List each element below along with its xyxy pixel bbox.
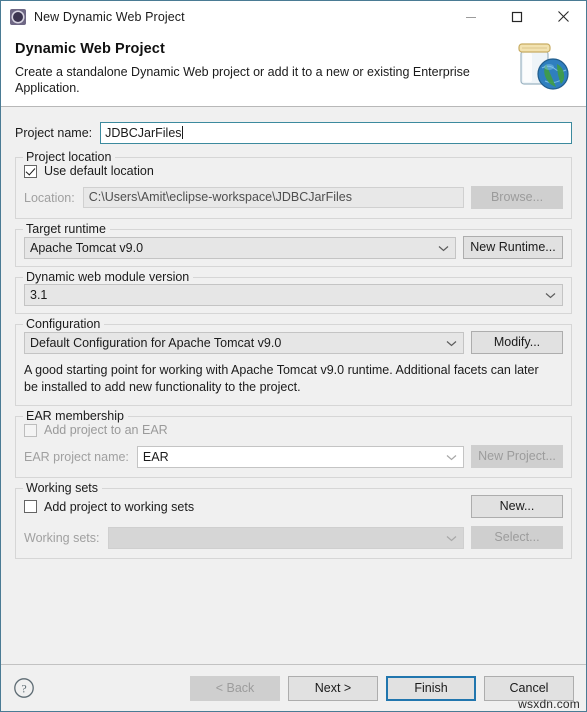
watermark: wsxdn.com	[518, 697, 580, 711]
next-button[interactable]: Next >	[288, 675, 378, 701]
configuration-value: Default Configuration for Apache Tomcat …	[30, 335, 282, 350]
module-version-row: 3.1	[24, 284, 563, 307]
project-name-value: JDBCJarFiles	[105, 126, 182, 141]
working-sets-combo	[107, 526, 464, 549]
ear-project-name-value: EAR	[142, 449, 169, 464]
svg-text:?: ?	[21, 682, 26, 696]
chevron-down-icon	[446, 333, 457, 353]
add-to-working-sets-label: Add project to working sets	[44, 499, 195, 514]
add-to-working-sets-checkbox[interactable]	[24, 500, 37, 513]
finish-button[interactable]: Finish	[386, 675, 476, 701]
project-name-input[interactable]: JDBCJarFiles	[100, 122, 572, 145]
module-version-group: Dynamic web module version 3.1	[15, 270, 572, 315]
target-runtime-value: Apache Tomcat v9.0	[30, 240, 144, 255]
working-sets-label: Working sets:	[24, 530, 100, 545]
title-bar: New Dynamic Web Project	[1, 1, 586, 32]
window-title: New Dynamic Web Project	[34, 9, 185, 24]
add-project-to-ear-row: Add project to an EAR	[24, 423, 563, 437]
location-row: Location: C:\Users\Amit\eclipse-workspac…	[24, 186, 563, 210]
maximize-icon[interactable]	[494, 1, 540, 32]
dialog-footer: ? < Back Next > Finish Cancel wsxdn.com	[1, 664, 586, 711]
project-location-group: Project location Use default location Lo…	[15, 150, 572, 220]
chevron-down-icon	[446, 528, 457, 548]
location-input: C:\Users\Amit\eclipse-workspace\JDBCJarF…	[82, 187, 464, 209]
target-runtime-row: Apache Tomcat v9.0 New Runtime...	[24, 236, 563, 260]
add-project-to-ear-checkbox	[24, 423, 37, 437]
minimize-icon[interactable]	[448, 1, 494, 32]
use-default-location-label: Use default location	[44, 164, 154, 179]
wizard-body: Project name: JDBCJarFiles Project locat…	[1, 107, 586, 664]
page-subtitle: Create a standalone Dynamic Web project …	[15, 65, 470, 95]
page-title: Dynamic Web Project	[15, 41, 165, 57]
target-runtime-combo[interactable]: Apache Tomcat v9.0	[24, 236, 456, 259]
back-button: < Back	[190, 675, 280, 701]
module-version-combo[interactable]: 3.1	[24, 284, 563, 307]
new-runtime-button[interactable]: New Runtime...	[463, 236, 563, 260]
chevron-down-icon	[446, 447, 457, 467]
new-ear-project-button: New Project...	[471, 445, 563, 468]
configuration-row: Default Configuration for Apache Tomcat …	[24, 331, 563, 355]
add-project-to-ear-label: Add project to an EAR	[44, 423, 168, 437]
new-dynamic-web-project-dialog: New Dynamic Web Project Dynamic Web Proj…	[0, 0, 587, 712]
target-runtime-group: Target runtime Apache Tomcat v9.0 New Ru…	[15, 222, 572, 268]
configuration-group: Configuration Default Configuration for …	[15, 317, 572, 406]
configuration-description: A good starting point for working with A…	[24, 363, 539, 395]
eclipse-wizard-icon	[10, 8, 26, 25]
wizard-header: Dynamic Web Project Create a standalone …	[1, 32, 586, 108]
ear-project-name-combo: EAR	[136, 445, 464, 468]
working-sets-group: Working sets Add project to working sets…	[15, 481, 572, 559]
location-label: Location:	[24, 190, 75, 205]
select-working-sets-button: Select...	[471, 526, 563, 549]
browse-button: Browse...	[471, 186, 563, 210]
chevron-down-icon	[438, 238, 449, 258]
project-name-label: Project name:	[15, 126, 93, 141]
help-question-icon[interactable]: ?	[13, 677, 35, 699]
modify-configuration-button[interactable]: Modify...	[471, 331, 563, 355]
module-version-value: 3.1	[30, 288, 48, 303]
window-controls	[448, 1, 586, 32]
chevron-down-icon	[545, 285, 556, 305]
project-name-row: Project name: JDBCJarFiles	[15, 122, 572, 145]
target-runtime-group-label: Target runtime	[23, 222, 110, 237]
use-default-location-row: Use default location	[24, 164, 563, 178]
working-sets-row: Working sets: Select...	[24, 526, 563, 549]
working-sets-group-label: Working sets	[23, 481, 103, 495]
add-to-working-sets-row: Add project to working sets New...	[24, 495, 563, 518]
jar-with-globe-icon	[504, 34, 578, 100]
new-working-set-button[interactable]: New...	[471, 495, 563, 518]
configuration-group-label: Configuration	[23, 317, 105, 332]
module-version-group-label: Dynamic web module version	[23, 270, 194, 285]
close-icon[interactable]	[540, 1, 586, 32]
ear-membership-group: EAR membership Add project to an EAR EAR…	[15, 409, 572, 478]
ear-project-name-label: EAR project name:	[24, 449, 129, 464]
ear-project-name-row: EAR project name: EAR New Project...	[24, 445, 563, 468]
configuration-combo[interactable]: Default Configuration for Apache Tomcat …	[24, 331, 464, 354]
use-default-location-checkbox[interactable]	[24, 164, 37, 178]
text-caret	[181, 126, 183, 140]
ear-membership-group-label: EAR membership	[23, 409, 128, 423]
project-location-group-label: Project location	[23, 150, 116, 165]
